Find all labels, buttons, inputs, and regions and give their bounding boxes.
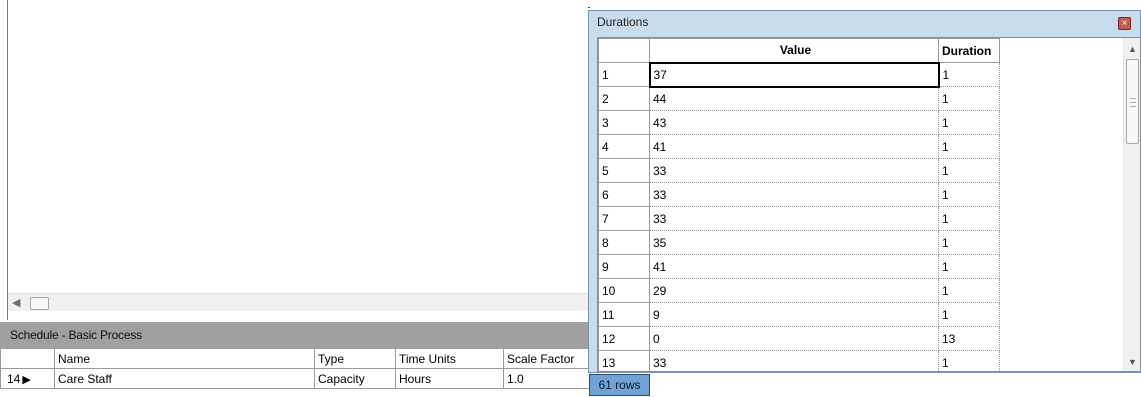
cell-value[interactable]: 43 [649, 110, 939, 135]
row-index[interactable]: 7 [598, 206, 650, 231]
row-index[interactable]: 4 [598, 134, 650, 159]
cell-value[interactable]: 29 [649, 278, 939, 303]
table-row[interactable]: 13 33 1 [598, 350, 1000, 371]
table-row[interactable]: 1 37 1 [598, 61, 1000, 88]
cell-value[interactable]: 41 [649, 254, 939, 279]
grip-icon [1130, 98, 1136, 107]
table-row[interactable]: 9 41 1 [598, 254, 1000, 279]
cell-duration[interactable]: 13 [938, 326, 1000, 351]
schedule-spreadsheet: Schedule - Basic Process Name Type Time … [0, 322, 591, 397]
row-number[interactable]: 14 ▶ [0, 368, 55, 389]
table-row[interactable]: 4 41 1 [598, 134, 1000, 159]
cell-duration[interactable]: 1 [938, 158, 1000, 183]
close-icon[interactable]: × [1118, 17, 1131, 30]
column-header-scale-factor[interactable]: Scale Factor [503, 348, 591, 369]
row-index[interactable]: 13 [598, 350, 650, 371]
cell-value[interactable]: 0 [649, 326, 939, 351]
cell-duration[interactable]: 1 [938, 230, 1000, 255]
table-row[interactable]: 2 44 1 [598, 86, 1000, 111]
cell-value[interactable]: 41 [649, 134, 939, 159]
cell-value[interactable]: 33 [649, 182, 939, 207]
durations-corner-cell [598, 38, 650, 63]
table-row[interactable]: 8 35 1 [598, 230, 1000, 255]
row-index[interactable]: 1 [598, 62, 650, 87]
scroll-thumb[interactable] [1126, 59, 1139, 144]
cell-duration[interactable]: 1 [938, 182, 1000, 207]
row-index[interactable]: 8 [598, 230, 650, 255]
row-index[interactable]: 5 [598, 158, 650, 183]
table-row[interactable]: 6 33 1 [598, 182, 1000, 207]
row-number-label: 14 [7, 371, 21, 386]
durations-table: Value Duration 1 37 1 2 44 1 3 43 1 4 41 1 5 33 1 6 33 1 7… [598, 38, 1000, 371]
cell-value[interactable]: 9 [649, 302, 939, 327]
scroll-down-arrow-icon[interactable]: ▼ [1128, 357, 1137, 367]
column-header-time-units[interactable]: Time Units [395, 348, 504, 369]
model-canvas[interactable] [8, 0, 588, 293]
table-row[interactable]: 14 ▶ Care Staff Capacity Hours 1.0 [0, 368, 591, 389]
row-count-badge: 61 rows [589, 374, 650, 396]
cell-duration[interactable]: 1 [938, 110, 1000, 135]
schedule-table: Name Type Time Units Scale Factor 14 ▶ Ca… [0, 348, 591, 389]
table-row[interactable]: 5 33 1 [598, 158, 1000, 183]
app-window: ◀ Schedule - Basic Process Name Type Tim… [0, 0, 1141, 397]
cell-duration[interactable]: 1 [938, 62, 1000, 87]
cell-value[interactable]: 33 [649, 350, 939, 371]
column-header-value[interactable]: Value [649, 38, 939, 63]
cell-duration[interactable]: 1 [938, 254, 1000, 279]
column-header-type[interactable]: Type [314, 348, 396, 369]
cell-duration[interactable]: 1 [938, 206, 1000, 231]
table-row[interactable]: 11 9 1 [598, 302, 1000, 327]
cell-type[interactable]: Capacity [314, 368, 396, 389]
cell-value[interactable]: 33 [649, 206, 939, 231]
durations-grid: Value Duration 1 37 1 2 44 1 3 43 1 4 41 1 5 33 1 6 33 1 7… [597, 37, 1141, 372]
cell-duration[interactable]: 1 [938, 278, 1000, 303]
durations-dialog: Durations × Value Duration 1 37 1 2 44 1 3 43 1 4… [588, 10, 1141, 373]
cell-value[interactable]: 44 [649, 86, 939, 111]
column-header-name[interactable]: Name [54, 348, 315, 369]
current-row-indicator-icon: ▶ [22, 373, 31, 386]
cell-value[interactable]: 35 [649, 230, 939, 255]
cell-duration[interactable]: 1 [938, 302, 1000, 327]
cell-duration[interactable]: 1 [938, 134, 1000, 159]
cell-time-units[interactable]: Hours [395, 368, 504, 389]
canvas-horizontal-scrollbar[interactable]: ◀ [8, 293, 588, 311]
cell-value[interactable]: 33 [649, 158, 939, 183]
table-row[interactable]: 12 0 13 [598, 326, 1000, 351]
table-row[interactable]: 7 33 1 [598, 206, 1000, 231]
table-row[interactable]: 10 29 1 [598, 278, 1000, 303]
cell-scale-factor[interactable]: 1.0 [503, 368, 591, 389]
row-index[interactable]: 9 [598, 254, 650, 279]
column-header-duration[interactable]: Duration [938, 38, 1000, 63]
cell-duration[interactable]: 1 [938, 350, 1000, 371]
row-index[interactable]: 2 [598, 86, 650, 111]
row-index[interactable]: 6 [598, 182, 650, 207]
cell-value[interactable]: 37 [648, 61, 940, 88]
row-index[interactable]: 11 [598, 302, 650, 327]
row-index[interactable]: 3 [598, 110, 650, 135]
table-row[interactable]: 3 43 1 [598, 110, 1000, 135]
scroll-up-arrow-icon[interactable]: ▲ [1128, 44, 1137, 54]
schedule-title: Schedule - Basic Process [0, 322, 590, 348]
durations-title: Durations [597, 15, 649, 29]
row-index[interactable]: 10 [598, 278, 650, 303]
cell-name[interactable]: Care Staff [54, 368, 315, 389]
scroll-left-arrow-icon[interactable]: ◀ [12, 295, 20, 311]
scroll-thumb[interactable] [30, 297, 49, 310]
cell-duration[interactable]: 1 [938, 86, 1000, 111]
durations-vertical-scrollbar[interactable]: ▲ ▼ [1123, 38, 1140, 371]
row-index[interactable]: 12 [598, 326, 650, 351]
row-header-corner [0, 348, 55, 369]
